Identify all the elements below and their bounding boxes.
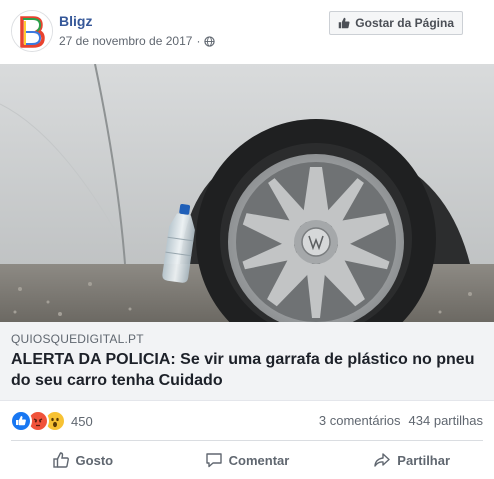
reactions-summary[interactable]: 450 xyxy=(10,410,93,432)
post-stats: 450 3 comentários 434 partilhas xyxy=(0,400,494,440)
like-page-label: Gostar da Página xyxy=(355,16,454,30)
like-button[interactable]: Gosto xyxy=(0,441,165,479)
share-label: Partilhar xyxy=(397,452,451,468)
post-date[interactable]: 27 de novembro de 2017 xyxy=(59,34,192,48)
globe-icon xyxy=(204,35,216,47)
comment-icon xyxy=(205,453,222,468)
thumbs-up-icon xyxy=(339,17,350,29)
thumbs-up-icon xyxy=(52,452,69,468)
page-name-link[interactable]: Bligz xyxy=(59,13,92,29)
comment-label: Comentar xyxy=(228,452,290,468)
post-meta: 27 de novembro de 2017 · xyxy=(59,34,216,48)
meta-separator: · xyxy=(196,34,201,48)
like-label: Gosto xyxy=(75,452,114,468)
like-page-button[interactable]: Gostar da Página xyxy=(329,11,463,35)
shares-count[interactable]: 434 partilhas xyxy=(409,413,483,428)
avatar[interactable] xyxy=(11,10,53,52)
like-reaction-icon xyxy=(10,410,32,432)
post-image[interactable] xyxy=(0,64,494,322)
reaction-count: 450 xyxy=(71,413,93,429)
car-wheel-photo xyxy=(0,64,494,322)
comments-count[interactable]: 3 comentários xyxy=(319,413,401,428)
facebook-post: Bligz 27 de novembro de 2017 · Gostar da… xyxy=(0,0,494,479)
action-bar: Gosto Comentar Partilhar xyxy=(0,441,494,479)
link-preview[interactable]: QUIOSQUEDIGITAL.PT ALERTA DA POLICIA: Se… xyxy=(0,322,494,401)
bligz-logo-icon xyxy=(12,11,52,51)
comment-button[interactable]: Comentar xyxy=(165,441,330,479)
post-header: Bligz 27 de novembro de 2017 · Gostar da… xyxy=(0,0,494,64)
share-button[interactable]: Partilhar xyxy=(329,441,494,479)
link-domain: QUIOSQUEDIGITAL.PT xyxy=(11,332,144,346)
link-headline[interactable]: ALERTA DA POLICIA: Se vir uma garrafa de… xyxy=(11,349,481,391)
engagement-counts: 3 comentários 434 partilhas xyxy=(319,413,483,428)
share-icon xyxy=(374,453,390,467)
